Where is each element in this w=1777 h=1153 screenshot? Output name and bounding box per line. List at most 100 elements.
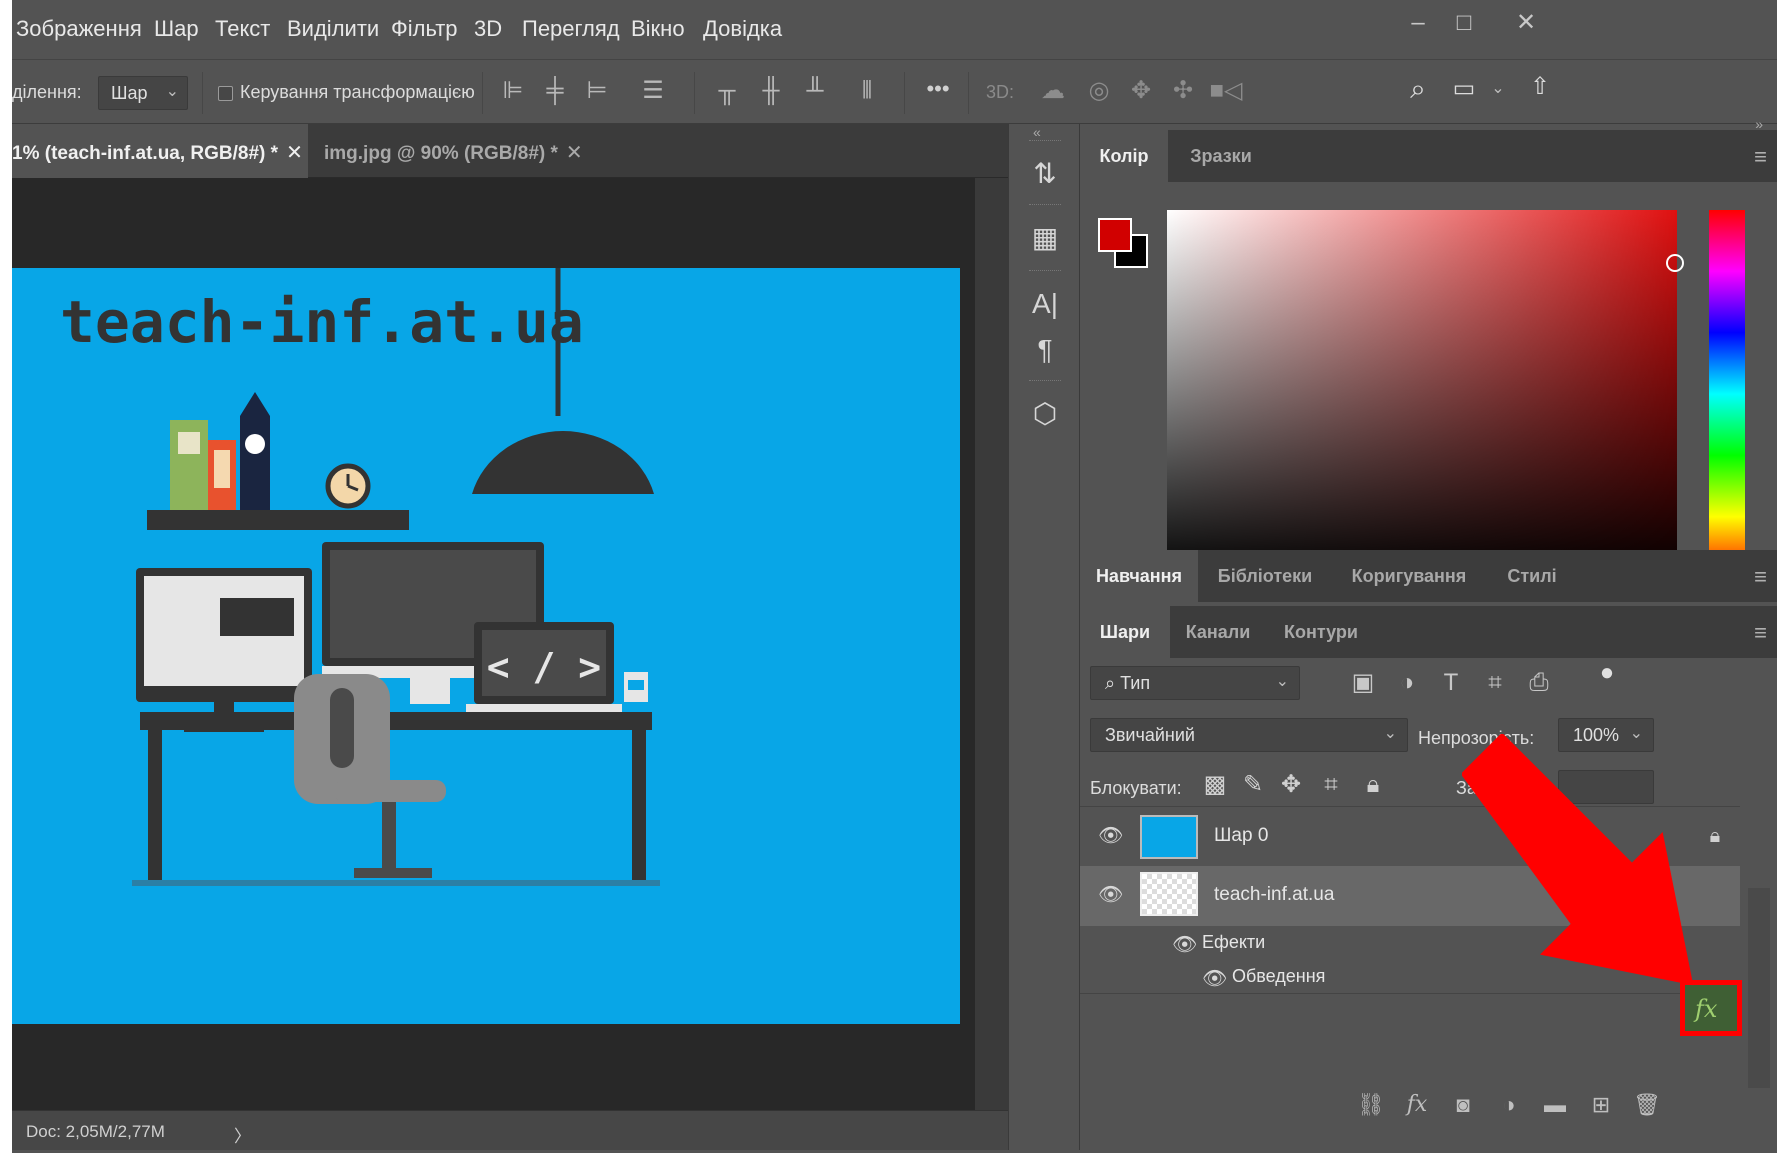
camera-3d-icon[interactable]: ■◁: [1208, 76, 1244, 106]
chevron-down-icon[interactable]: ⌄: [1486, 74, 1510, 104]
minimize-button[interactable]: –: [1398, 6, 1438, 42]
menu-image[interactable]: Зображення: [16, 16, 142, 42]
visibility-eye-icon[interactable]: 👁︎: [1172, 932, 1197, 957]
hue-slider[interactable]: [1709, 210, 1745, 578]
link-layers-icon[interactable]: ⛓: [1354, 1092, 1388, 1118]
search-icon[interactable]: ⌕: [1400, 74, 1436, 104]
document-tab-bar: 1% (teach-inf.at.ua, RGB/8#) * ✕ img.jpg …: [12, 124, 1008, 178]
layer-name[interactable]: Шар 0: [1214, 825, 1268, 847]
visibility-eye-icon[interactable]: 👁︎: [1098, 882, 1123, 907]
roll-3d-icon[interactable]: ◎: [1082, 76, 1116, 106]
align-left-icon[interactable]: ⊫: [498, 76, 528, 106]
lock-position-icon[interactable]: ✥: [1276, 770, 1306, 800]
menu-select[interactable]: Виділити: [287, 16, 379, 42]
foreground-color-swatch[interactable]: [1098, 218, 1132, 252]
menu-3d[interactable]: 3D: [474, 16, 502, 42]
menu-view[interactable]: Перегляд: [522, 16, 620, 42]
status-bar: Doc: 2,05M/2,77M 〉: [12, 1110, 1008, 1150]
align-center-icon[interactable]: ╪: [540, 76, 570, 106]
lock-brush-icon[interactable]: ✎: [1238, 770, 1268, 800]
distribute-vertical-icon[interactable]: ⫴: [852, 76, 882, 106]
filter-type-icon[interactable]: T: [1436, 668, 1466, 698]
tab-styles[interactable]: Стилі: [1486, 550, 1578, 602]
document-tab-active[interactable]: 1% (teach-inf.at.ua, RGB/8#) * ✕: [12, 124, 308, 178]
tab-swatches[interactable]: Зразки: [1168, 130, 1274, 182]
vertical-scrollbar[interactable]: [975, 178, 1008, 1110]
filter-adjustment-icon[interactable]: ◑: [1392, 668, 1422, 698]
collapse-left-icon[interactable]: «: [1033, 124, 1041, 140]
auto-select-label: ділення:: [12, 82, 82, 102]
status-menu-arrow[interactable]: 〉: [234, 1122, 251, 1147]
document-tab-img[interactable]: img.jpg @ 90% (RGB/8#) * ✕: [324, 124, 614, 178]
add-style-icon[interactable]: fx: [1400, 1092, 1434, 1117]
filter-smart-object-icon[interactable]: ⎙: [1524, 668, 1554, 698]
layers-scrollbar[interactable]: [1748, 888, 1770, 1088]
visibility-eye-icon[interactable]: 👁︎: [1098, 823, 1123, 848]
tab-layers[interactable]: Шари: [1080, 606, 1170, 658]
character-icon[interactable]: A|: [1027, 286, 1063, 322]
menu-filter[interactable]: Фільтр: [391, 16, 458, 42]
visibility-eye-icon[interactable]: 👁︎: [1202, 966, 1227, 991]
tab-channels[interactable]: Канали: [1170, 606, 1266, 658]
canvas-viewport[interactable]: teach-inf.at.ua < / >: [12, 178, 975, 1110]
filter-toggle-icon[interactable]: ●: [1592, 658, 1622, 688]
auto-select-dropdown[interactable]: Шар ⌄: [98, 76, 188, 110]
blend-mode-dropdown[interactable]: Звичайний ⌄: [1090, 718, 1408, 752]
tab-adjustments[interactable]: Коригування: [1332, 550, 1486, 602]
close-tab-icon[interactable]: ✕: [566, 142, 583, 164]
panel-menu-icon[interactable]: ≡: [1754, 144, 1767, 170]
tab-learn[interactable]: Навчання: [1080, 550, 1198, 602]
filter-shape-icon[interactable]: ⌗: [1480, 668, 1510, 698]
menu-window[interactable]: Вікно: [631, 16, 685, 42]
laptop-code-text: < / >: [487, 645, 601, 689]
menu-type[interactable]: Текст: [215, 16, 270, 42]
layer-filter-dropdown[interactable]: ⌕ Тип ⌄: [1090, 666, 1300, 700]
add-mask-icon[interactable]: ◙: [1446, 1092, 1480, 1118]
tab-color[interactable]: Колір: [1080, 130, 1168, 182]
layer-name[interactable]: teach-inf.at.ua: [1214, 884, 1334, 906]
color-field[interactable]: [1167, 210, 1677, 578]
tab-paths[interactable]: Контури: [1266, 606, 1376, 658]
lock-transparency-icon[interactable]: ▩: [1200, 770, 1230, 800]
lock-artboard-icon[interactable]: ⌗: [1316, 770, 1346, 800]
new-group-icon[interactable]: ▬: [1538, 1092, 1572, 1118]
share-icon[interactable]: ⇧: [1522, 72, 1558, 102]
align-top-icon[interactable]: ╥: [712, 76, 742, 106]
3d-cube-icon[interactable]: ⬡: [1027, 396, 1063, 432]
lock-label: Блокувати:: [1090, 778, 1182, 798]
orbit-3d-icon[interactable]: ☁: [1036, 76, 1070, 106]
chevron-down-icon: ⌄: [1275, 673, 1289, 690]
menu-layer[interactable]: Шар: [154, 16, 199, 42]
align-middle-icon[interactable]: ╫: [756, 76, 786, 106]
more-options-icon[interactable]: •••: [920, 74, 956, 104]
filter-pixel-icon[interactable]: ▣: [1348, 668, 1378, 698]
adjustment-layer-icon[interactable]: ◑: [1492, 1092, 1526, 1118]
close-tab-icon[interactable]: ✕: [286, 142, 303, 164]
menu-help[interactable]: Довідка: [703, 16, 782, 42]
history-icon[interactable]: ⇅: [1027, 156, 1063, 192]
trash-icon[interactable]: 🗑︎: [1630, 1092, 1664, 1118]
distribute-icon[interactable]: ☰: [638, 76, 668, 106]
slide-3d-icon[interactable]: ✣: [1166, 76, 1200, 106]
maximize-button[interactable]: □: [1444, 6, 1484, 42]
panel-menu-icon[interactable]: ≡: [1754, 564, 1767, 590]
transform-controls-checkbox[interactable]: [218, 86, 233, 101]
layer-filter-value: Тип: [1120, 673, 1151, 693]
close-window-button[interactable]: ✕: [1506, 6, 1546, 42]
tab-libraries[interactable]: Бібліотеки: [1198, 550, 1332, 602]
properties-icon[interactable]: ▦: [1027, 220, 1063, 256]
align-right-icon[interactable]: ⊨: [582, 76, 612, 106]
workspace-icon[interactable]: ▭: [1446, 74, 1482, 104]
divider: [694, 72, 695, 114]
color-picker-ring[interactable]: [1666, 254, 1684, 272]
align-bottom-icon[interactable]: ╨: [800, 76, 830, 106]
lock-all-icon[interactable]: 🔒︎: [1358, 770, 1388, 800]
new-layer-icon[interactable]: ⊞: [1584, 1092, 1618, 1118]
artwork-canvas[interactable]: teach-inf.at.ua < / >: [12, 268, 960, 1024]
panel-menu-icon[interactable]: ≡: [1754, 620, 1767, 646]
office-illustration: teach-inf.at.ua < / >: [60, 268, 660, 886]
divider: [904, 72, 905, 114]
pan-3d-icon[interactable]: ✥: [1124, 76, 1158, 106]
paragraph-icon[interactable]: ¶: [1027, 332, 1063, 368]
layers-panel-tabs: Шари Канали Контури ≡: [1080, 606, 1777, 658]
